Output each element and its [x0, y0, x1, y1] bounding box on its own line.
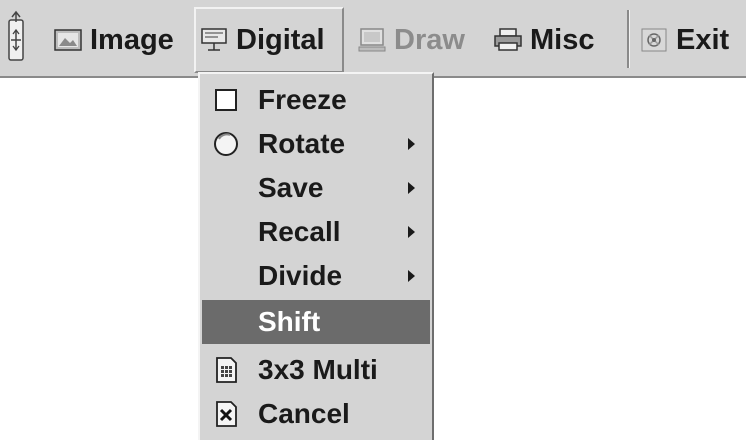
digital-dropdown-menu: Freeze Rotate Save Recall Divide Shift 3… [198, 72, 434, 440]
menu-item-cancel[interactable]: Cancel [202, 392, 430, 436]
menu-item-recall[interactable]: Recall [202, 210, 430, 254]
grid-document-icon [216, 357, 237, 383]
submenu-arrow-icon [408, 226, 415, 238]
menu-draw[interactable]: Draw [358, 7, 465, 73]
menu-separator [627, 10, 630, 68]
menu-exit-label: Exit [676, 23, 730, 56]
menu-item-shift-label: Shift [258, 306, 321, 337]
menu-misc[interactable]: Misc [494, 7, 594, 73]
menu-item-divide[interactable]: Divide [202, 254, 430, 298]
image-icon [54, 29, 82, 51]
checkbox-icon[interactable] [212, 86, 240, 114]
submenu-arrow-icon [408, 138, 415, 150]
menu-item-freeze-label: Freeze [258, 84, 347, 115]
menu-item-3x3-multi-label: 3x3 Multi [258, 354, 378, 385]
menu-bar: Image Digital Draw Misc Exit [0, 0, 746, 78]
menu-item-divide-label: Divide [258, 260, 343, 291]
menu-draw-label: Draw [394, 23, 465, 56]
submenu-arrow-icon [408, 182, 415, 194]
menu-item-cancel-label: Cancel [258, 398, 350, 429]
move-handle-icon[interactable] [6, 8, 26, 68]
radio-circle-icon [214, 132, 238, 156]
menu-image[interactable]: Image [54, 7, 174, 73]
menu-image-label: Image [90, 23, 174, 56]
menu-item-freeze[interactable]: Freeze [202, 78, 430, 122]
menu-item-save-label: Save [258, 172, 324, 203]
submenu-arrow-icon [408, 270, 415, 282]
menu-item-shift[interactable]: Shift [202, 300, 430, 344]
digital-display-icon [201, 28, 227, 51]
menu-item-rotate[interactable]: Rotate [202, 122, 430, 166]
menu-item-save[interactable]: Save [202, 166, 430, 210]
menu-item-recall-label: Recall [258, 216, 341, 247]
exit-icon [641, 28, 667, 52]
menu-misc-label: Misc [530, 23, 595, 56]
menu-digital[interactable]: Digital [194, 7, 344, 73]
cancel-x-icon [216, 401, 237, 427]
menu-item-3x3-multi[interactable]: 3x3 Multi [202, 348, 430, 392]
menu-item-rotate-label: Rotate [258, 128, 346, 159]
misc-printer-icon [494, 28, 522, 51]
menu-exit[interactable]: Exit [640, 7, 729, 73]
draw-monitor-icon [358, 28, 386, 52]
menu-digital-label: Digital [236, 23, 325, 56]
